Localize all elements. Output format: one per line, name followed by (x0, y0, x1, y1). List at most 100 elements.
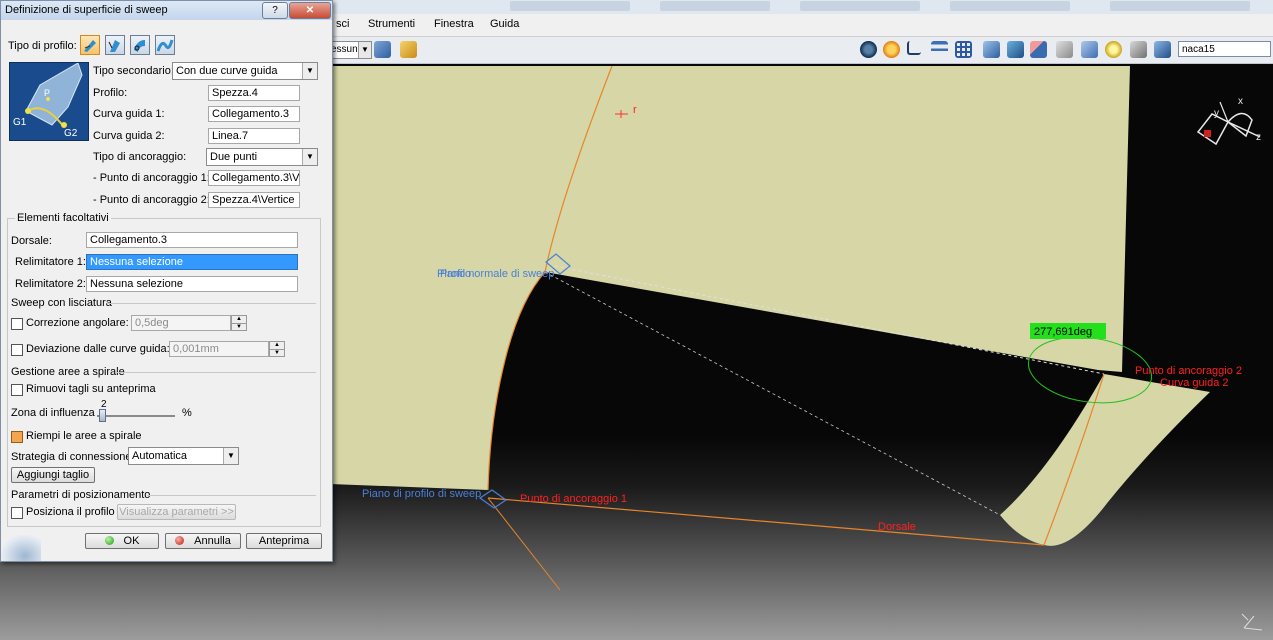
hierarchy-icon[interactable] (1081, 41, 1098, 58)
anchor2-label: Punto di ancoraggio 2 (1135, 365, 1242, 377)
menu-strumenti[interactable]: Strumenti (368, 18, 415, 30)
deviation-field[interactable]: 0,001mm (169, 341, 269, 357)
subtype-select[interactable]: Con due curve guida ▼ (172, 62, 318, 80)
profile-type-label: Tipo di profilo: (8, 40, 77, 52)
profile-plane-bottom-label: Piano di profilo di sweep (362, 488, 481, 500)
angular-correction-spinner[interactable]: ▲ ▼ (231, 315, 247, 331)
fill-twist-checkbox[interactable] (11, 431, 23, 443)
toolbar: essuno ▼ naca15 (330, 37, 1273, 64)
box-icon[interactable] (983, 41, 1000, 58)
layer-icon[interactable] (1154, 41, 1171, 58)
render-icon[interactable] (860, 41, 877, 58)
menu-guida[interactable]: Guida (490, 18, 519, 30)
subtype-label: Tipo secondario: (93, 65, 174, 77)
spine-field[interactable]: Collegamento.3 (86, 232, 298, 248)
deviation-label: Deviazione dalle curve guida: (26, 343, 170, 355)
profile-overlap-label: Profilo (440, 268, 471, 280)
angle-tag-label[interactable]: 277,691deg (1034, 326, 1092, 338)
relim1-label: Relimitatore 1: (15, 256, 86, 268)
surface-lower[interactable] (1000, 374, 1210, 546)
cube-icon[interactable] (1007, 41, 1024, 58)
compass-y-label: y (1214, 108, 1219, 119)
line-profile-icon[interactable] (105, 35, 125, 55)
preview-button[interactable]: Anteprima (246, 533, 322, 549)
influence-zone-label: Zona di influenza (11, 407, 95, 419)
spine-line[interactable] (487, 497, 1045, 546)
axis-icon[interactable] (907, 41, 921, 55)
tree-icon[interactable] (931, 41, 948, 58)
strategy-select[interactable]: Automatica ▼ (128, 447, 239, 465)
remove-cuts-checkbox[interactable] (11, 384, 23, 396)
preview-p-label: P (44, 88, 50, 98)
menu-file-partial[interactable]: sci (336, 18, 349, 30)
toolbar-combo[interactable]: essuno ▼ (330, 41, 372, 59)
influence-zone-unit: % (182, 407, 192, 419)
guide1-field[interactable]: Collegamento.3 (208, 106, 300, 122)
explicit-profile-icon[interactable] (80, 35, 100, 55)
anchor1-field[interactable]: Collegamento.3\Ve (208, 170, 300, 186)
preview-g2-label: G2 (64, 128, 78, 139)
compass-x-label: x (1238, 96, 1243, 107)
chevron-down-icon[interactable]: ▼ (223, 448, 238, 464)
guide2-label: Curva guida 2 (1160, 377, 1229, 389)
deviation-spinner[interactable]: ▲ ▼ (269, 341, 285, 357)
conic-profile-icon[interactable] (155, 35, 175, 55)
deviation-checkbox[interactable] (11, 344, 23, 356)
smoothing-legend: Sweep con lisciatura (11, 297, 112, 309)
profile-label: Profilo: (93, 87, 128, 99)
menu-finestra[interactable]: Finestra (434, 18, 474, 30)
circle-profile-icon[interactable] (130, 35, 150, 55)
window-tab-strip (330, 0, 1273, 15)
position-profile-checkbox[interactable] (11, 507, 23, 519)
settings-icon[interactable] (400, 41, 417, 58)
position-profile-label: Posiziona il profilo (26, 506, 115, 518)
subtype-value: Con due curve guida (176, 65, 278, 77)
grid-icon[interactable] (955, 41, 972, 58)
sweep-brush-icon[interactable] (374, 41, 391, 58)
sun-icon[interactable] (883, 41, 900, 58)
cancel-icon (175, 536, 185, 545)
close-button[interactable]: ✕ (289, 2, 331, 19)
angular-correction-field[interactable]: 0,5deg (131, 315, 231, 331)
ok-button[interactable]: OK (85, 533, 159, 549)
anchor2-field[interactable]: Spezza.4\Vertice (208, 192, 300, 208)
spine-label: Dorsale: (11, 235, 52, 247)
small-r-label: r (633, 104, 637, 116)
catalog-icon[interactable] (1056, 41, 1073, 58)
profile-extension (487, 497, 561, 591)
anchor-type-select[interactable]: Due punti ▼ (206, 148, 318, 166)
anchor-type-value: Due punti (210, 151, 258, 163)
add-cut-button[interactable]: Aggiungi taglio (11, 467, 95, 483)
menu-bar: sci Strumenti Finestra Guida (330, 14, 1273, 37)
cancel-button[interactable]: Annulla (165, 533, 241, 549)
angular-correction-checkbox[interactable] (11, 318, 23, 330)
chevron-down-icon[interactable]: ▼ (302, 149, 317, 165)
strategy-value: Automatica (132, 450, 188, 462)
sweep-dialog: Definizione di superficie di sweep ? ✕ T… (0, 0, 333, 562)
relim2-field[interactable]: Nessuna selezione (86, 276, 298, 292)
chevron-down-icon[interactable]: ▼ (302, 63, 317, 79)
strategy-label: Strategia di connessione: (11, 451, 135, 463)
influence-zone-slider[interactable] (97, 409, 175, 422)
twist-legend: Gestione aree a spirale (11, 366, 125, 378)
toolbar-name-field[interactable]: naca15 (1178, 41, 1271, 57)
scale-icon[interactable] (1130, 41, 1147, 58)
compass-icon[interactable]: y x z (1190, 92, 1265, 162)
guide2-field[interactable]: Linea.7 (208, 128, 300, 144)
guide2-label: Curva guida 2: (93, 130, 165, 142)
show-parameters-button[interactable]: Visualizza parametri >> (117, 504, 236, 520)
guide1-label: Curva guida 1: (93, 108, 165, 120)
relim1-field[interactable]: Nessuna selezione (86, 254, 298, 270)
measure-icon[interactable] (1030, 41, 1047, 58)
influence-zone-thumb[interactable] (99, 409, 106, 422)
spine-tag-label: Dorsale (878, 521, 916, 533)
anchor1-label: Punto di ancoraggio 1 (520, 493, 627, 505)
chevron-down-icon[interactable]: ▼ (358, 42, 371, 58)
search-icon[interactable] (1105, 41, 1122, 58)
help-button[interactable]: ? (262, 2, 288, 19)
remove-cuts-label: Rimuovi tagli su anteprima (26, 383, 156, 395)
dialog-titlebar[interactable]: Definizione di superficie di sweep ? ✕ (1, 1, 332, 20)
mini-axis-icon (1241, 613, 1263, 631)
ok-label: OK (123, 535, 140, 547)
profile-field[interactable]: Spezza.4 (208, 85, 300, 101)
